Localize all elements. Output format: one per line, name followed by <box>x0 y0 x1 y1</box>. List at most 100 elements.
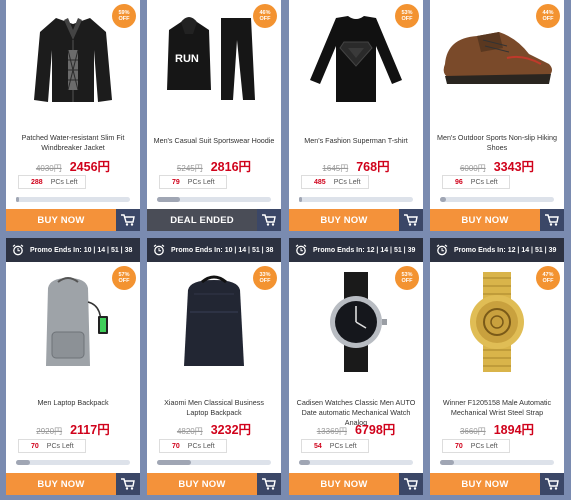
product-card-tshirt[interactable]: 53% OFF Men's Fashion Superman T-shirt 16… <box>289 0 423 231</box>
product-title[interactable]: Men's Casual Suit Sportswear Hoodie <box>153 136 275 146</box>
discount-badge: 53% OFF <box>395 4 419 28</box>
stock-left: 96 PCs Left <box>442 175 510 189</box>
alarm-clock-icon <box>436 244 448 256</box>
cart-icon <box>121 214 135 226</box>
stock-left: 79 PCs Left <box>159 175 227 189</box>
product-title[interactable]: Men's Fashion Superman T-shirt <box>295 136 417 146</box>
svg-text:RUN: RUN <box>175 53 199 65</box>
buy-now-button[interactable]: BUY NOW <box>289 209 399 231</box>
stock-progress <box>440 197 554 202</box>
product-card-hoodie[interactable]: RUN 46% OFF Men's Casual Suit Sportswear … <box>147 0 281 231</box>
sale-price: 768円 <box>356 160 390 174</box>
stock-left: 485 PCs Left <box>301 175 369 189</box>
price-row: 3660円 1894円 <box>430 419 564 438</box>
stock-progress-fill <box>16 460 30 465</box>
sale-price: 3343円 <box>493 160 535 174</box>
discount-badge: 53% OFF <box>395 266 419 290</box>
stock-left: 54 PCs Left <box>301 439 369 453</box>
promo-countdown: Promo Ends In: 10 | 14 | 51 | 38 <box>6 238 140 262</box>
sale-price: 2816円 <box>210 160 252 174</box>
product-card-business-backpack[interactable]: Promo Ends In: 10 | 14 | 51 | 38 33% OFF … <box>147 238 281 495</box>
product-card-laptop-backpack[interactable]: Promo Ends In: 10 | 14 | 51 | 38 57% OFF … <box>6 238 140 495</box>
stock-progress <box>157 197 271 202</box>
add-to-cart-button[interactable] <box>257 473 281 495</box>
promo-countdown: Promo Ends In: 12 | 14 | 51 | 39 <box>289 238 423 262</box>
buy-now-button[interactable]: BUY NOW <box>147 473 257 495</box>
stock-progress <box>16 460 130 465</box>
stock-progress <box>157 460 271 465</box>
stock-progress-fill <box>16 197 20 202</box>
add-to-cart-button[interactable] <box>540 209 564 231</box>
sale-price: 2456円 <box>69 160 111 174</box>
sale-price: 1894円 <box>493 423 535 437</box>
stock-progress <box>299 460 413 465</box>
sale-price: 6798円 <box>354 423 396 437</box>
add-to-cart-button[interactable] <box>540 473 564 495</box>
stock-progress <box>440 460 554 465</box>
buy-now-button[interactable]: BUY NOW <box>6 209 116 231</box>
stock-left: 70 PCs Left <box>442 439 510 453</box>
cart-icon <box>545 478 559 490</box>
add-to-cart-button[interactable] <box>399 473 423 495</box>
original-price: 1645円 <box>322 164 349 173</box>
stock-progress <box>299 197 413 202</box>
cart-icon <box>262 214 276 226</box>
price-row: 4820円 3232円 <box>147 419 281 438</box>
buy-now-button[interactable]: BUY NOW <box>6 473 116 495</box>
add-to-cart-button[interactable] <box>257 209 281 231</box>
price-row: 4030円 2456円 <box>6 156 140 175</box>
stock-progress-fill <box>440 460 454 465</box>
stock-progress-fill <box>440 197 446 202</box>
original-price: 4820円 <box>176 427 203 436</box>
buy-now-button[interactable]: BUY NOW <box>430 473 540 495</box>
stock-progress-fill <box>299 460 311 465</box>
stock-progress <box>16 197 130 202</box>
original-price: 6000円 <box>459 164 486 173</box>
cart-icon <box>404 478 418 490</box>
deal-ended-button[interactable]: DEAL ENDED <box>147 209 257 231</box>
product-title[interactable]: Winner F1205158 Male Automatic Mechanica… <box>436 398 558 418</box>
product-title[interactable]: Xiaomi Men Classical Business Laptop Bac… <box>153 398 275 418</box>
product-grid: 59% OFF Patched Water-resistant Slim Fit … <box>0 0 571 500</box>
discount-badge: 44% OFF <box>536 4 560 28</box>
sale-price: 3232円 <box>210 423 252 437</box>
product-title[interactable]: Men's Outdoor Sports Non-slip Hiking Sho… <box>436 133 558 153</box>
price-row: 2920円 2117円 <box>6 419 140 438</box>
promo-countdown: Promo Ends In: 10 | 14 | 51 | 38 <box>147 238 281 262</box>
cart-icon <box>545 214 559 226</box>
add-to-cart-button[interactable] <box>399 209 423 231</box>
alarm-clock-icon <box>153 244 165 256</box>
price-row: 1645円 768円 <box>289 156 423 175</box>
buy-now-button[interactable]: BUY NOW <box>430 209 540 231</box>
product-card-shoes[interactable]: 44% OFF Men's Outdoor Sports Non-slip Hik… <box>430 0 564 231</box>
sale-price: 2117円 <box>70 423 110 437</box>
original-price: 13369円 <box>316 427 347 436</box>
discount-badge: 47% OFF <box>536 266 560 290</box>
alarm-clock-icon <box>295 244 307 256</box>
product-title[interactable]: Men Laptop Backpack <box>12 398 134 408</box>
product-card-jacket[interactable]: 59% OFF Patched Water-resistant Slim Fit … <box>6 0 140 231</box>
cart-icon <box>262 478 276 490</box>
stock-left: 70 PCs Left <box>159 439 227 453</box>
original-price: 2920円 <box>36 427 63 436</box>
product-card-wrist-watch[interactable]: Promo Ends In: 12 | 14 | 51 | 39 53% OFF … <box>289 238 423 495</box>
stock-progress-fill <box>299 197 303 202</box>
alarm-clock-icon <box>12 244 24 256</box>
add-to-cart-button[interactable] <box>116 209 140 231</box>
discount-badge: 33% OFF <box>253 266 277 290</box>
promo-countdown: Promo Ends In: 12 | 14 | 51 | 39 <box>430 238 564 262</box>
discount-badge: 59% OFF <box>112 4 136 28</box>
price-row: 5245円 2816円 <box>147 156 281 175</box>
stock-progress-fill <box>157 197 180 202</box>
price-row: 6000円 3343円 <box>430 156 564 175</box>
original-price: 4030円 <box>35 164 62 173</box>
discount-badge: 46% OFF <box>253 4 277 28</box>
stock-left: 70 PCs Left <box>18 439 86 453</box>
product-card-gold-watch[interactable]: Promo Ends In: 12 | 14 | 51 | 39 47% OFF … <box>430 238 564 495</box>
add-to-cart-button[interactable] <box>116 473 140 495</box>
original-price: 3660円 <box>459 427 486 436</box>
original-price: 5245円 <box>176 164 203 173</box>
stock-progress-fill <box>157 460 192 465</box>
buy-now-button[interactable]: BUY NOW <box>289 473 399 495</box>
product-title[interactable]: Patched Water-resistant Slim Fit Windbre… <box>12 133 134 153</box>
